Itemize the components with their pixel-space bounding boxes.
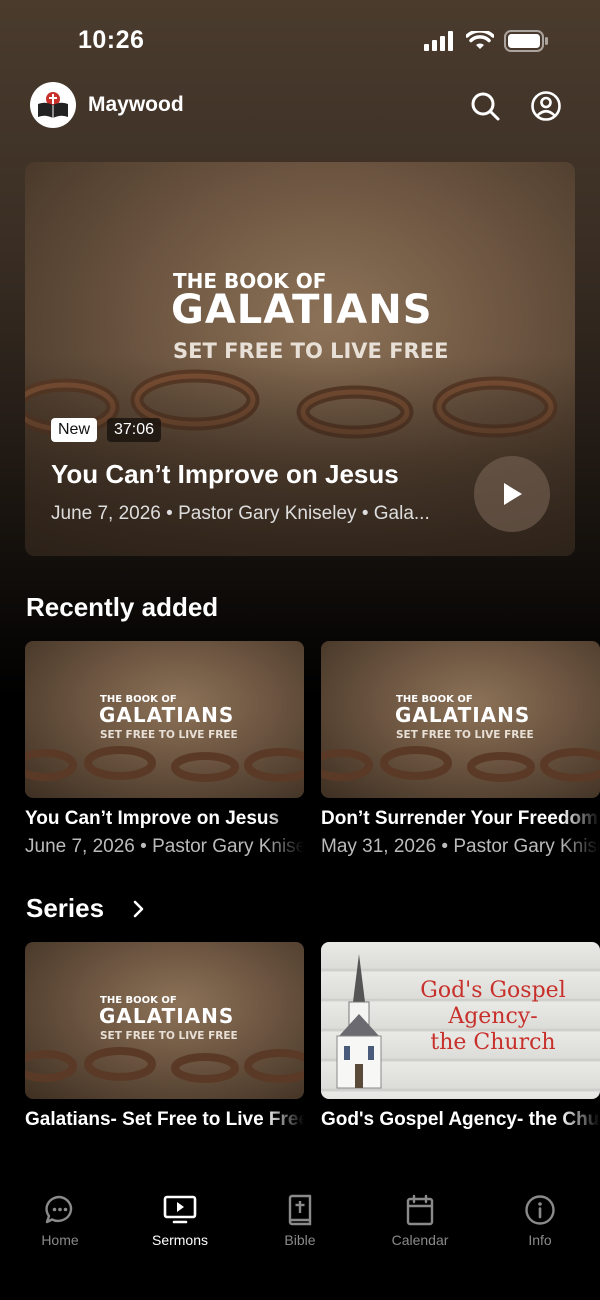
tab-info-label: Info: [528, 1232, 552, 1248]
galatians-artwork: THE BOOK OF GALATIANS SET FREE TO LIVE F…: [25, 942, 304, 1099]
signal-icon: [424, 31, 453, 51]
chain-graphic: [25, 1047, 304, 1083]
tab-calendar[interactable]: Calendar: [360, 1194, 480, 1248]
art-line3: SET FREE TO LIVE FREE: [100, 1030, 238, 1042]
status-icons: [424, 30, 548, 52]
tab-bar: Home Sermons Bible Calendar Info: [0, 1180, 600, 1300]
info-icon: [525, 1195, 555, 1225]
chevron-right-icon[interactable]: [131, 899, 147, 919]
chain-graphic: [321, 746, 600, 782]
bible-logo-icon: [38, 92, 68, 118]
art-line2: GALATIANS: [395, 703, 531, 727]
featured-sermon-card[interactable]: THE BOOK OF GALATIANS SET FREE TO LIVE F…: [25, 162, 575, 556]
duration-badge: 37:06: [107, 418, 162, 442]
recently-added-heading: Recently added: [26, 592, 219, 622]
wifi-icon: [466, 31, 494, 49]
hero-meta: June 7, 2026 • Pastor Gary Kniseley • Ga…: [51, 503, 430, 524]
recent-card-meta: May 31, 2026 • Pastor Gary Kniseley: [321, 836, 600, 857]
art-line2: GALATIANS: [171, 287, 433, 333]
gospel-art-text: God's Gospel Agency- the Church: [393, 978, 593, 1056]
church-name[interactable]: Maywood: [88, 93, 184, 117]
play-icon: [504, 483, 522, 505]
gospel-art-line1: God's Gospel: [420, 978, 566, 1003]
recent-card-thumbnail: THE BOOK OF GALATIANS SET FREE TO LIVE F…: [321, 641, 600, 798]
play-button[interactable]: [474, 456, 550, 532]
art-line3: SET FREE TO LIVE FREE: [396, 729, 534, 741]
series-card-thumbnail: God's Gospel Agency- the Church: [321, 942, 600, 1099]
recent-card-title: You Can’t Improve on Jesus: [25, 808, 280, 829]
hero-title[interactable]: You Can’t Improve on Jesus: [51, 459, 399, 490]
gospel-agency-artwork: God's Gospel Agency- the Church: [321, 942, 600, 1099]
calendar-icon: [406, 1194, 434, 1226]
series-heading-label: Series: [26, 893, 105, 923]
recent-card[interactable]: THE BOOK OF GALATIANS SET FREE TO LIVE F…: [25, 641, 304, 858]
church-building-icon: [336, 954, 382, 1089]
gospel-art-line3: the Church: [430, 1030, 556, 1055]
tab-bible-label: Bible: [284, 1232, 316, 1248]
series-heading[interactable]: Series: [26, 893, 104, 924]
tab-calendar-label: Calendar: [391, 1232, 449, 1248]
galatians-artwork: THE BOOK OF GALATIANS SET FREE TO LIVE F…: [321, 641, 600, 798]
tab-home[interactable]: Home: [0, 1194, 120, 1248]
battery-icon: [504, 30, 548, 52]
tab-home-label: Home: [41, 1232, 79, 1248]
tab-info[interactable]: Info: [480, 1194, 600, 1248]
recent-card[interactable]: THE BOOK OF GALATIANS SET FREE TO LIVE F…: [321, 641, 600, 858]
new-badge: New: [51, 418, 98, 442]
series-card-thumbnail: THE BOOK OF GALATIANS SET FREE TO LIVE F…: [25, 942, 304, 1099]
status-bar: 10:26: [0, 0, 600, 82]
church-logo[interactable]: [30, 82, 76, 128]
series-card[interactable]: God's Gospel Agency- the Church God's Go…: [321, 942, 600, 1131]
search-icon[interactable]: [469, 90, 501, 122]
recent-card-meta: June 7, 2026 • Pastor Gary Kniseley: [25, 836, 304, 857]
recent-card-title: Don’t Surrender Your Freedom: [321, 808, 598, 829]
tab-sermons-label: Sermons: [151, 1232, 209, 1248]
gospel-art-line2: Agency-: [448, 1004, 538, 1029]
recent-card-thumbnail: THE BOOK OF GALATIANS SET FREE TO LIVE F…: [25, 641, 304, 798]
series-card[interactable]: THE BOOK OF GALATIANS SET FREE TO LIVE F…: [25, 942, 304, 1131]
chat-bubble-icon: [45, 1195, 73, 1224]
art-line3: SET FREE TO LIVE FREE: [100, 729, 238, 741]
status-time: 10:26: [78, 26, 145, 54]
tab-sermons[interactable]: Sermons: [120, 1194, 240, 1248]
chain-graphic: [25, 746, 304, 782]
series-card-title: God's Gospel Agency- the Church: [321, 1109, 600, 1130]
galatians-artwork: THE BOOK OF GALATIANS SET FREE TO LIVE F…: [25, 641, 304, 798]
app-header: Maywood: [0, 82, 600, 130]
series-card-title: Galatians- Set Free to Live Free: [25, 1109, 304, 1130]
art-line2: GALATIANS: [99, 703, 235, 727]
bible-icon: [288, 1194, 312, 1226]
tv-play-icon: [163, 1195, 197, 1224]
art-line2: GALATIANS: [99, 1004, 235, 1028]
tab-bible[interactable]: Bible: [240, 1194, 360, 1248]
profile-icon[interactable]: [530, 90, 562, 122]
